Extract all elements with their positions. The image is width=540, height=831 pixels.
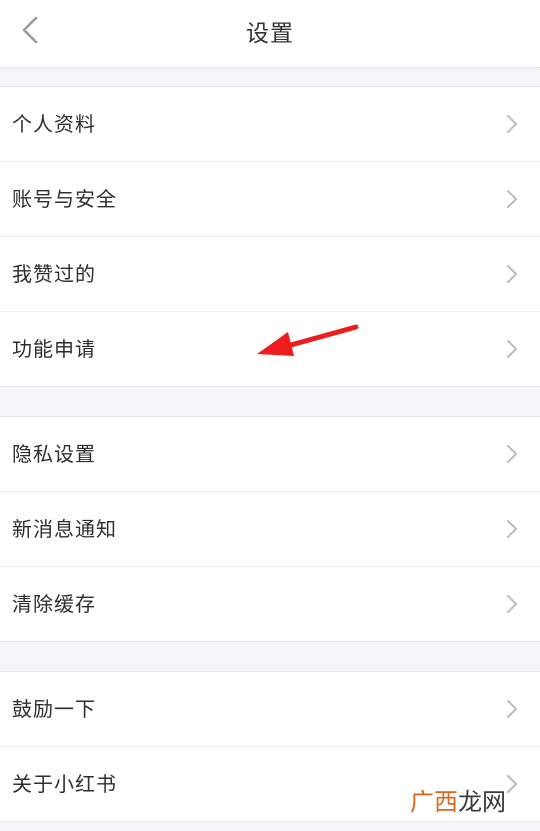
settings-item-label: 隐私设置 [12,442,96,466]
settings-item-notifications[interactable]: 新消息通知 [0,492,540,567]
chevron-right-icon [507,595,517,613]
settings-item-feature-request[interactable]: 功能申请 [0,312,540,386]
settings-item-label: 清除缓存 [12,592,96,616]
settings-item-encourage[interactable]: 鼓励一下 [0,672,540,747]
chevron-right-icon [507,520,517,538]
chevron-right-icon [507,445,517,463]
settings-item-label: 关于小红书 [12,772,117,796]
settings-item-clear-cache[interactable]: 清除缓存 [0,567,540,641]
settings-item-label: 新消息通知 [12,517,117,541]
watermark-part1: 广西 [410,788,458,816]
settings-item-privacy[interactable]: 隐私设置 [0,417,540,492]
settings-item-label: 鼓励一下 [12,697,96,721]
chevron-right-icon [507,190,517,208]
chevron-right-icon [507,700,517,718]
settings-group-account: 个人资料 账号与安全 我赞过的 功能申请 [0,86,540,387]
settings-item-label: 个人资料 [12,112,96,136]
watermark-part2: 龙网 [458,788,506,816]
site-watermark: 广西龙网 [410,782,506,817]
settings-item-account-security[interactable]: 账号与安全 [0,162,540,237]
settings-group-general: 隐私设置 新消息通知 清除缓存 [0,416,540,642]
chevron-right-icon [507,340,517,358]
chevron-right-icon [507,775,517,793]
settings-item-label: 我赞过的 [12,262,96,286]
settings-item-liked[interactable]: 我赞过的 [0,237,540,312]
settings-item-label: 账号与安全 [12,187,117,211]
settings-item-profile[interactable]: 个人资料 [0,87,540,162]
page-title: 设置 [246,21,294,47]
settings-item-label: 功能申请 [12,337,96,361]
chevron-right-icon [507,115,517,133]
chevron-right-icon [507,265,517,283]
nav-header: 设置 [0,0,540,68]
